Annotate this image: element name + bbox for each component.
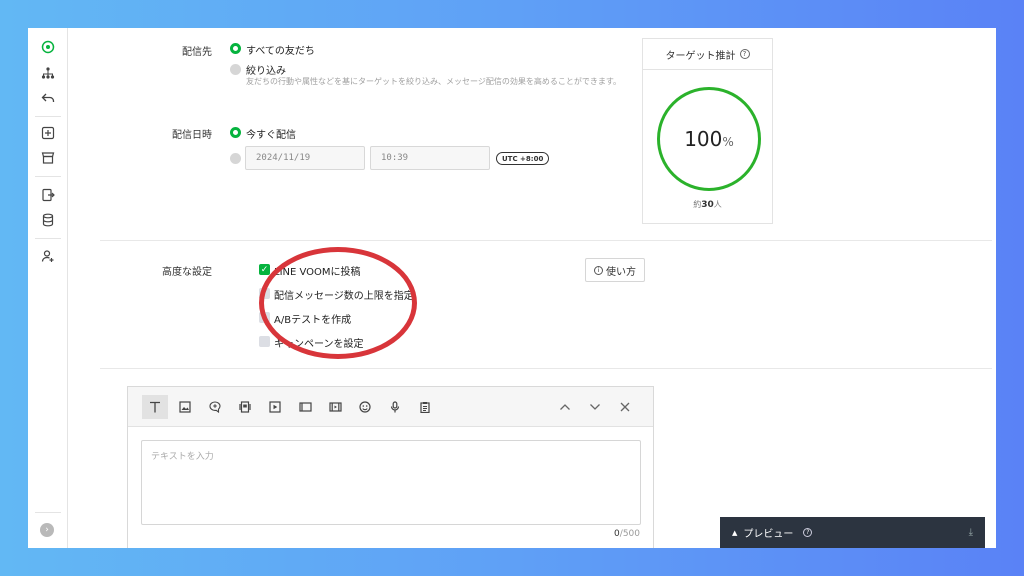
emoji-icon[interactable] [352,395,378,419]
broadcast-icon[interactable] [39,38,57,56]
ab-test-label: A/Bテストを作成 [274,315,352,326]
add-user-icon[interactable] [39,247,57,265]
checkbox-line-voom[interactable]: ✓ [259,264,270,275]
target-label: 配信先 [182,47,212,58]
date-field[interactable]: 2024/11/19 [245,146,365,170]
message-text-input[interactable]: テキストを入力 [141,440,641,525]
section-divider [100,368,992,369]
preview-label: プレビュー [743,529,794,540]
radio-narrow[interactable] [230,64,241,75]
narrow-label: 絞り込み [246,66,286,77]
send-now-label: 今すぐ配信 [246,130,296,141]
help-circle-icon[interactable]: ? [803,528,813,537]
nav-divider [35,512,61,513]
time-field[interactable]: 10:39 [370,146,490,170]
advanced-label: 高度な設定 [162,267,212,278]
target-percent: 100% [684,127,734,151]
radio-send-now[interactable] [230,127,241,138]
message-editor: テキストを入力 0/500 [127,386,654,548]
download-icon[interactable]: ⤓ [969,527,973,538]
editor-toolbar [128,387,653,427]
reply-icon[interactable] [39,89,57,107]
microphone-icon[interactable] [382,395,408,419]
move-up-icon[interactable] [552,395,578,419]
narrow-hint: 友だちの行動や属性などを基にターゲットを絞り込み、メッセージ配信の効果を高めるこ… [246,77,622,86]
preview-bar[interactable]: ▲ プレビュー ? ⤓ [720,517,985,548]
hierarchy-icon[interactable] [39,64,57,82]
line-voom-label: LINE VOOMに投稿 [274,267,361,278]
close-icon[interactable] [612,395,638,419]
checkbox-message-limit[interactable] [259,288,270,299]
image-icon[interactable] [172,395,198,419]
how-to-use-label: 使い方 [606,266,636,278]
left-nav: › [28,28,68,548]
rich-video-icon[interactable] [322,395,348,419]
add-box-icon[interactable] [39,124,57,142]
expand-up-icon: ▲ [732,528,738,537]
all-friends-label: すべての友だち [246,46,315,57]
checkbox-ab-test[interactable] [259,312,270,323]
main-content: 配信先 すべての友だち 絞り込み 友だちの行動や属性などを基にターゲットを絞り込… [68,28,996,548]
nav-divider [35,176,61,177]
nav-divider [35,116,61,117]
video-icon[interactable] [262,395,288,419]
help-circle-icon[interactable]: ? [739,49,750,59]
expand-nav-icon[interactable]: › [40,523,54,537]
timezone-badge: UTC +8:00 [496,152,550,165]
store-icon[interactable] [39,149,57,167]
export-icon[interactable] [39,186,57,204]
target-estimate-title: ターゲット推計 [665,50,736,62]
database-icon[interactable] [39,211,57,229]
rich-message-icon[interactable] [292,395,318,419]
radio-schedule[interactable] [230,153,241,164]
campaign-label: キャンペーンを設定 [274,339,364,350]
target-estimate-header: ターゲット推計 ? [643,39,772,70]
target-count: 約30人 [693,200,722,210]
nav-divider [35,238,61,239]
datetime-label: 配信日時 [172,130,212,141]
checkbox-campaign[interactable] [259,336,270,347]
section-divider [100,240,992,241]
how-to-use-button[interactable]: i 使い方 [585,258,645,282]
target-estimate-panel: ターゲット推計 ? 100% 約30人 [642,38,773,224]
target-ring: 100% [657,87,761,191]
chat-bubble-icon[interactable] [202,395,228,419]
app-window: › 配信先 すべての友だち 絞り込み 友だちの行動や属性などを基にターゲットを絞… [28,28,996,548]
radio-all-friends[interactable] [230,43,241,54]
message-limit-label: 配信メッセージ数の上限を指定 [274,291,414,302]
move-down-icon[interactable] [582,395,608,419]
info-icon: i [594,265,603,275]
clipboard-icon[interactable] [412,395,438,419]
card-icon[interactable] [232,395,258,419]
text-icon[interactable] [142,395,168,419]
char-counter: 0/500 [614,529,640,539]
